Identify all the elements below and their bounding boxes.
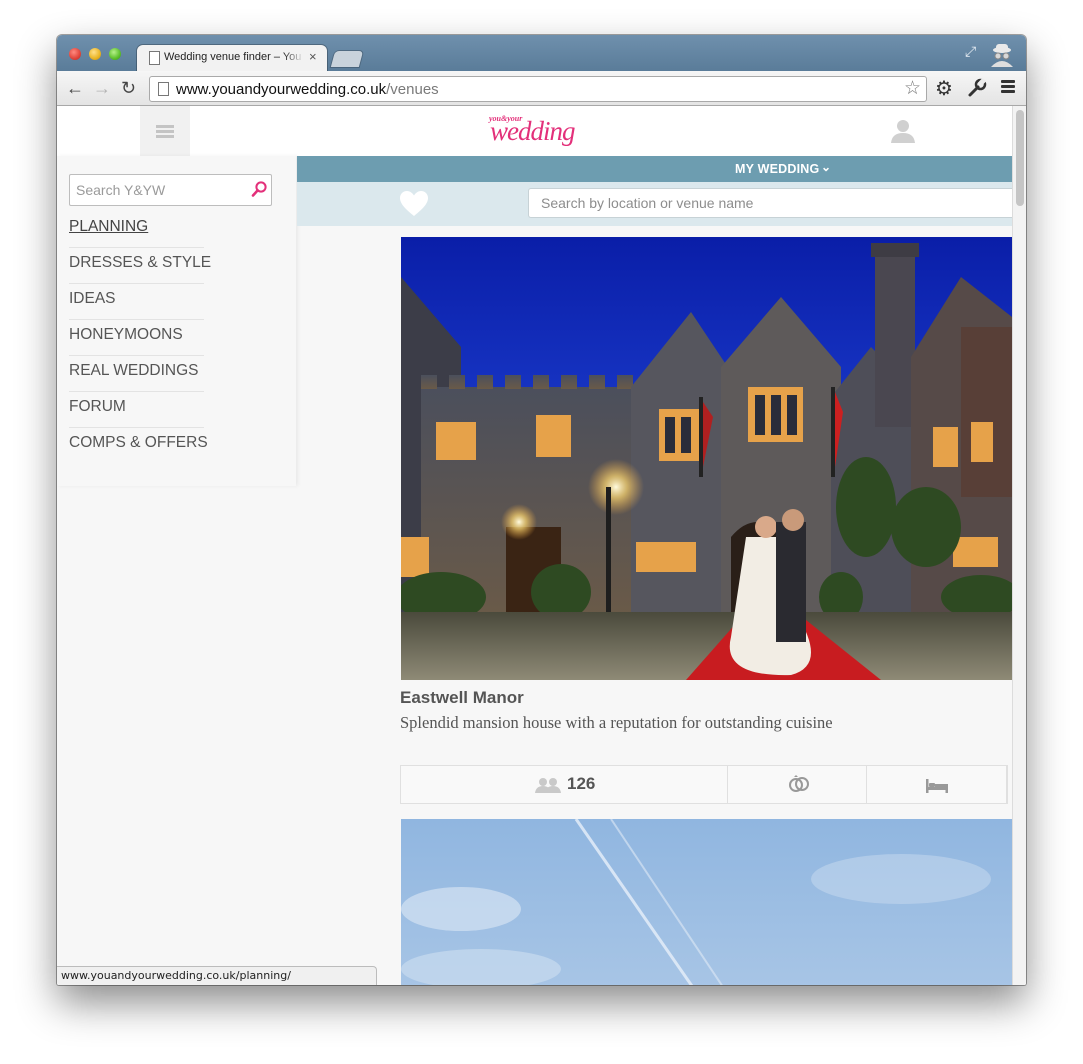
guests-icon xyxy=(535,778,561,793)
browser-window: Wedding venue finder – You and Your Wedd… xyxy=(57,35,1026,985)
sidebar-search-input[interactable] xyxy=(70,175,246,205)
venue-name[interactable]: Eastwell Manor xyxy=(400,688,524,708)
magnifier-icon[interactable] xyxy=(251,181,267,198)
next-venue-photo-image xyxy=(401,819,1012,985)
back-arrow-icon[interactable]: ← xyxy=(66,78,84,98)
scrollbar-thumb[interactable] xyxy=(1016,110,1024,206)
incognito-icon xyxy=(991,44,1013,67)
sidebar-item-real-weddings[interactable]: REAL WEDDINGS xyxy=(69,356,204,392)
guest-capacity: 126 xyxy=(567,774,596,793)
next-venue-photo[interactable] xyxy=(401,819,1012,985)
star-icon[interactable]: ☆ xyxy=(904,77,921,100)
close-window-button[interactable] xyxy=(69,48,81,60)
minimize-window-button[interactable] xyxy=(89,48,101,60)
tab-close-icon[interactable]: × xyxy=(309,49,317,64)
hamburger-icon[interactable] xyxy=(140,106,190,156)
tab-title: Wedding venue finder – You and Your Wedd… xyxy=(164,51,304,63)
browser-tab-active[interactable]: Wedding venue finder – You and Your Wedd… xyxy=(137,45,327,71)
site-logo[interactable]: you&your wedding xyxy=(489,108,579,152)
venue-photo-image xyxy=(401,237,1012,680)
user-icon[interactable] xyxy=(889,118,917,144)
venue-description: Splendid mansion house with a reputation… xyxy=(400,713,833,732)
sidebar-item-dresses-style[interactable]: DRESSES & STYLE xyxy=(69,248,211,284)
logo-main-text: wedding xyxy=(490,116,575,146)
heart-icon[interactable] xyxy=(399,190,429,217)
menu-icon[interactable] xyxy=(1001,80,1015,95)
sidebar-item-forum[interactable]: FORUM xyxy=(69,392,204,428)
browser-toolbar: ← → ↻ www.youandyourwedding.co.uk/venues… xyxy=(57,71,1026,106)
venue-search-band xyxy=(297,182,1013,226)
url-text[interactable]: www.youandyourwedding.co.uk/venues xyxy=(176,81,439,98)
accommodation-stat xyxy=(867,766,1007,803)
my-wedding-bar[interactable]: MY WEDDING ⌄ xyxy=(297,156,1012,182)
sidebar-search xyxy=(69,174,272,206)
page-viewport: you&your wedding PLANNING DRESSES & STYL… xyxy=(57,106,1026,985)
sidebar-menu: PLANNING DRESSES & STYLE IDEAS HONEYMOON… xyxy=(57,156,296,486)
page-scrollbar[interactable] xyxy=(1012,106,1026,985)
ceremony-stat xyxy=(728,766,867,803)
chevron-down-icon[interactable]: ⌄ xyxy=(821,160,831,174)
sidebar-item-ideas[interactable]: IDEAS xyxy=(69,284,204,320)
venue-search-input[interactable] xyxy=(529,189,1001,217)
rings-icon xyxy=(789,775,809,792)
gear-icon[interactable]: ⚙ xyxy=(935,76,953,101)
url-host: www.youandyourwedding.co.uk xyxy=(176,81,387,98)
new-tab-button[interactable] xyxy=(330,51,364,67)
venue-photo[interactable] xyxy=(401,237,1012,680)
sidebar-item-planning[interactable]: PLANNING xyxy=(69,212,204,248)
reload-icon[interactable]: ↻ xyxy=(121,78,136,98)
status-url-bubble: www.youandyourwedding.co.uk/planning/ xyxy=(57,966,377,985)
guests-stat: 126 xyxy=(401,766,728,803)
sidebar-item-comps-offers[interactable]: COMPS & OFFERS xyxy=(69,428,208,463)
tab-strip: Wedding venue finder – You and Your Wedd… xyxy=(57,35,1026,71)
venue-search xyxy=(528,188,1013,218)
bed-icon xyxy=(926,779,948,793)
sidebar-item-honeymoons[interactable]: HONEYMOONS xyxy=(69,320,204,356)
venue-stats-bar: 126 xyxy=(400,765,1008,804)
zoom-window-button[interactable] xyxy=(109,48,121,60)
fullscreen-icon[interactable]: ⤢ xyxy=(965,43,976,60)
forward-arrow-icon[interactable]: → xyxy=(93,78,111,98)
url-path: /venues xyxy=(386,81,439,98)
wrench-icon[interactable] xyxy=(967,78,987,98)
page-icon xyxy=(158,82,169,96)
sidebar-nav: PLANNING DRESSES & STYLE IDEAS HONEYMOON… xyxy=(69,212,211,463)
address-bar[interactable]: www.youandyourwedding.co.uk/venues ☆ xyxy=(149,76,927,102)
page-icon xyxy=(149,51,160,65)
my-wedding-label[interactable]: MY WEDDING xyxy=(735,162,819,176)
site-header: you&your wedding xyxy=(57,106,1012,156)
